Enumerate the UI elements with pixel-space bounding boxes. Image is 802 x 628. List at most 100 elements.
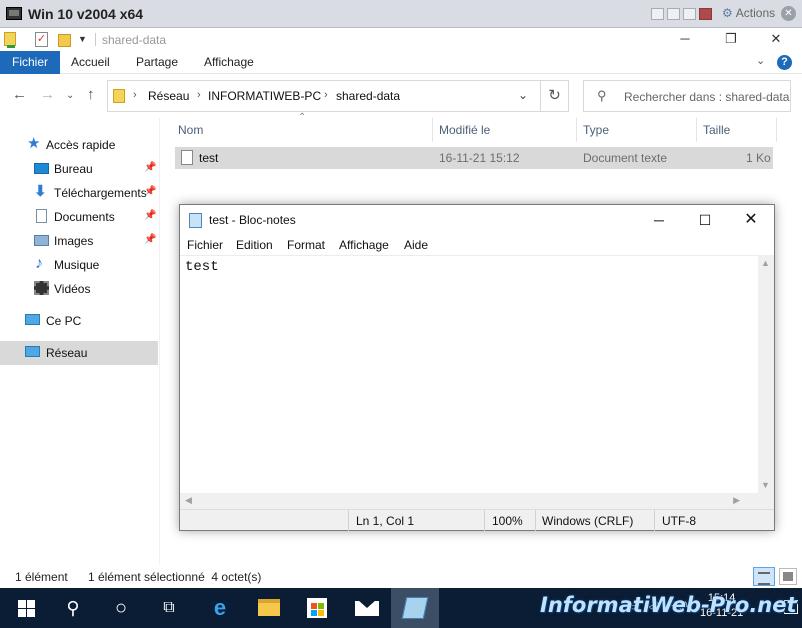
address-dropdown-icon[interactable]: ⌄ (518, 88, 528, 102)
forward-arrow-icon[interactable]: → (40, 86, 55, 103)
menu-fichier[interactable]: Fichier (187, 238, 223, 252)
minimize-icon[interactable]: ─ (636, 205, 682, 235)
new-folder-icon[interactable] (58, 34, 71, 47)
network-icon (25, 346, 40, 357)
sidebar-item-quick-access[interactable]: ★ Accès rapide (0, 133, 158, 157)
pin-icon[interactable]: 📌 (144, 162, 156, 173)
file-modified: 16-11-21 15:12 (439, 151, 520, 165)
search-icon: ⚲ (66, 598, 80, 618)
breadcrumb-reseau[interactable]: Réseau (148, 89, 189, 103)
back-arrow-icon[interactable]: ← (12, 86, 27, 103)
download-icon: ⬇ (34, 183, 47, 200)
ribbon-expand-icon[interactable]: ⌄ (756, 54, 765, 67)
horizontal-scrollbar[interactable]: ◀ ▶ (180, 493, 758, 509)
title-separator (95, 33, 96, 46)
vm-close-icon[interactable]: ✕ (781, 6, 796, 21)
vm-snapshot-icon[interactable] (667, 8, 680, 20)
column-divider[interactable] (576, 118, 577, 142)
start-button[interactable] (2, 588, 50, 628)
edge-icon: e (213, 595, 227, 620)
menu-format[interactable]: Format (287, 238, 325, 252)
column-header-type[interactable]: Type (583, 123, 609, 137)
vm-fullscreen-icon[interactable] (651, 8, 664, 20)
pin-icon[interactable]: 📌 (144, 186, 156, 197)
column-header-size[interactable]: Taille (703, 123, 730, 137)
close-icon[interactable]: ✕ (761, 30, 791, 48)
sidebar-item-musique[interactable]: ♪ Musique (0, 253, 158, 277)
search-placeholder: Rechercher dans : shared-data (624, 90, 790, 104)
vm-title: Win 10 v2004 x64 (28, 6, 144, 22)
tab-accueil[interactable]: Accueil (59, 51, 122, 74)
column-header-name[interactable]: Nom (178, 123, 203, 137)
menu-affichage[interactable]: Affichage (339, 238, 389, 252)
vm-language-flag-icon[interactable] (699, 8, 712, 20)
pin-icon[interactable]: 📌 (144, 234, 156, 245)
breadcrumb-shared-data[interactable]: shared-data (336, 89, 400, 103)
vm-actions-button[interactable]: ⚙ Actions (722, 6, 775, 20)
column-divider[interactable] (696, 118, 697, 142)
task-view-button[interactable]: ⧉ (145, 588, 193, 628)
sidebar-item-videos[interactable]: Vidéos (0, 277, 158, 301)
sidebar-item-images[interactable]: Images 📌 (0, 229, 158, 253)
breadcrumb-chevron-icon[interactable]: › (324, 89, 328, 101)
refresh-icon[interactable]: ↻ (541, 80, 569, 112)
star-icon: ★ (27, 135, 41, 152)
quick-access-dropdown-icon[interactable]: ▼ (78, 34, 88, 50)
sidebar-item-label: Musique (54, 258, 100, 272)
recent-locations-icon[interactable]: ⌄ (66, 90, 74, 101)
menu-aide[interactable]: Aide (404, 238, 428, 252)
sidebar-item-telechargements[interactable]: ⬇ Téléchargements 📌 (0, 181, 158, 205)
vm-title-bar: Win 10 v2004 x64 ⚙ Actions ✕ (0, 0, 802, 28)
scroll-up-icon[interactable]: ▲ (761, 258, 770, 268)
watermark: InformatiWeb-Pro.net (540, 593, 797, 617)
item-count: 1 élément (15, 570, 68, 584)
status-divider (535, 510, 536, 531)
sidebar-item-ce-pc[interactable]: Ce PC (0, 309, 158, 333)
vertical-scrollbar[interactable]: ▲ ▼ (758, 255, 774, 493)
tab-affichage[interactable]: Affichage (192, 51, 266, 74)
help-icon[interactable]: ? (777, 55, 792, 70)
pin-icon[interactable]: 📌 (144, 210, 156, 221)
minimize-icon[interactable]: ─ (670, 30, 700, 48)
search-box[interactable]: ⚲ Rechercher dans : shared-data (583, 80, 791, 112)
sort-ascending-icon: ⌃ (298, 112, 307, 123)
large-icons-view-icon[interactable] (779, 568, 797, 585)
column-divider[interactable] (432, 118, 433, 142)
sidebar-item-bureau[interactable]: Bureau 📌 (0, 157, 158, 181)
properties-icon[interactable]: ✓ (35, 32, 48, 47)
sidebar-item-reseau[interactable]: Réseau (0, 341, 158, 365)
notepad-icon (401, 597, 429, 619)
vm-monitor-icon (6, 7, 22, 20)
breadcrumb-chevron-icon[interactable]: › (197, 89, 201, 101)
scroll-down-icon[interactable]: ▼ (761, 480, 770, 490)
scroll-right-icon[interactable]: ▶ (733, 495, 740, 506)
notepad-status-bar: Ln 1, Col 1 100% Windows (CRLF) UTF-8 (180, 509, 774, 531)
text-file-icon (181, 150, 193, 165)
taskbar-edge[interactable]: e (196, 588, 244, 628)
breadcrumb-informatiweb-pc[interactable]: INFORMATIWEB-PC (208, 89, 321, 103)
tab-partage[interactable]: Partage (124, 51, 190, 74)
notepad-title-bar[interactable]: test - Bloc-notes ─ ☐ ✕ (180, 205, 774, 235)
file-row[interactable]: test 16-11-21 15:12 Document texte 1 Ko (175, 147, 773, 169)
search-button[interactable]: ⚲ (49, 588, 97, 628)
zoom-level: 100% (492, 514, 523, 528)
sidebar-item-documents[interactable]: Documents 📌 (0, 205, 158, 229)
maximize-icon[interactable]: ☐ (682, 205, 728, 235)
tab-fichier[interactable]: Fichier (0, 51, 61, 74)
line-ending: Windows (CRLF) (542, 514, 634, 528)
notepad-text-area[interactable]: test (180, 255, 774, 493)
menu-edition[interactable]: Edition (236, 238, 273, 252)
details-view-icon[interactable] (753, 567, 775, 586)
breadcrumb-chevron-icon[interactable]: › (133, 89, 137, 101)
column-divider[interactable] (776, 118, 777, 142)
vm-settings-icon[interactable] (683, 8, 696, 20)
gear-icon: ⚙ (722, 6, 733, 20)
up-arrow-icon[interactable]: ↑ (87, 86, 95, 103)
close-icon[interactable]: ✕ (728, 205, 774, 235)
cortana-button[interactable]: ○ (97, 588, 145, 628)
address-field[interactable]: › Réseau › INFORMATIWEB-PC › shared-data… (107, 80, 541, 112)
column-header-modified[interactable]: Modifié le (439, 123, 490, 137)
sidebar-item-label: Réseau (46, 346, 88, 360)
maximize-icon[interactable]: ❐ (716, 30, 746, 48)
scroll-left-icon[interactable]: ◀ (185, 495, 192, 506)
